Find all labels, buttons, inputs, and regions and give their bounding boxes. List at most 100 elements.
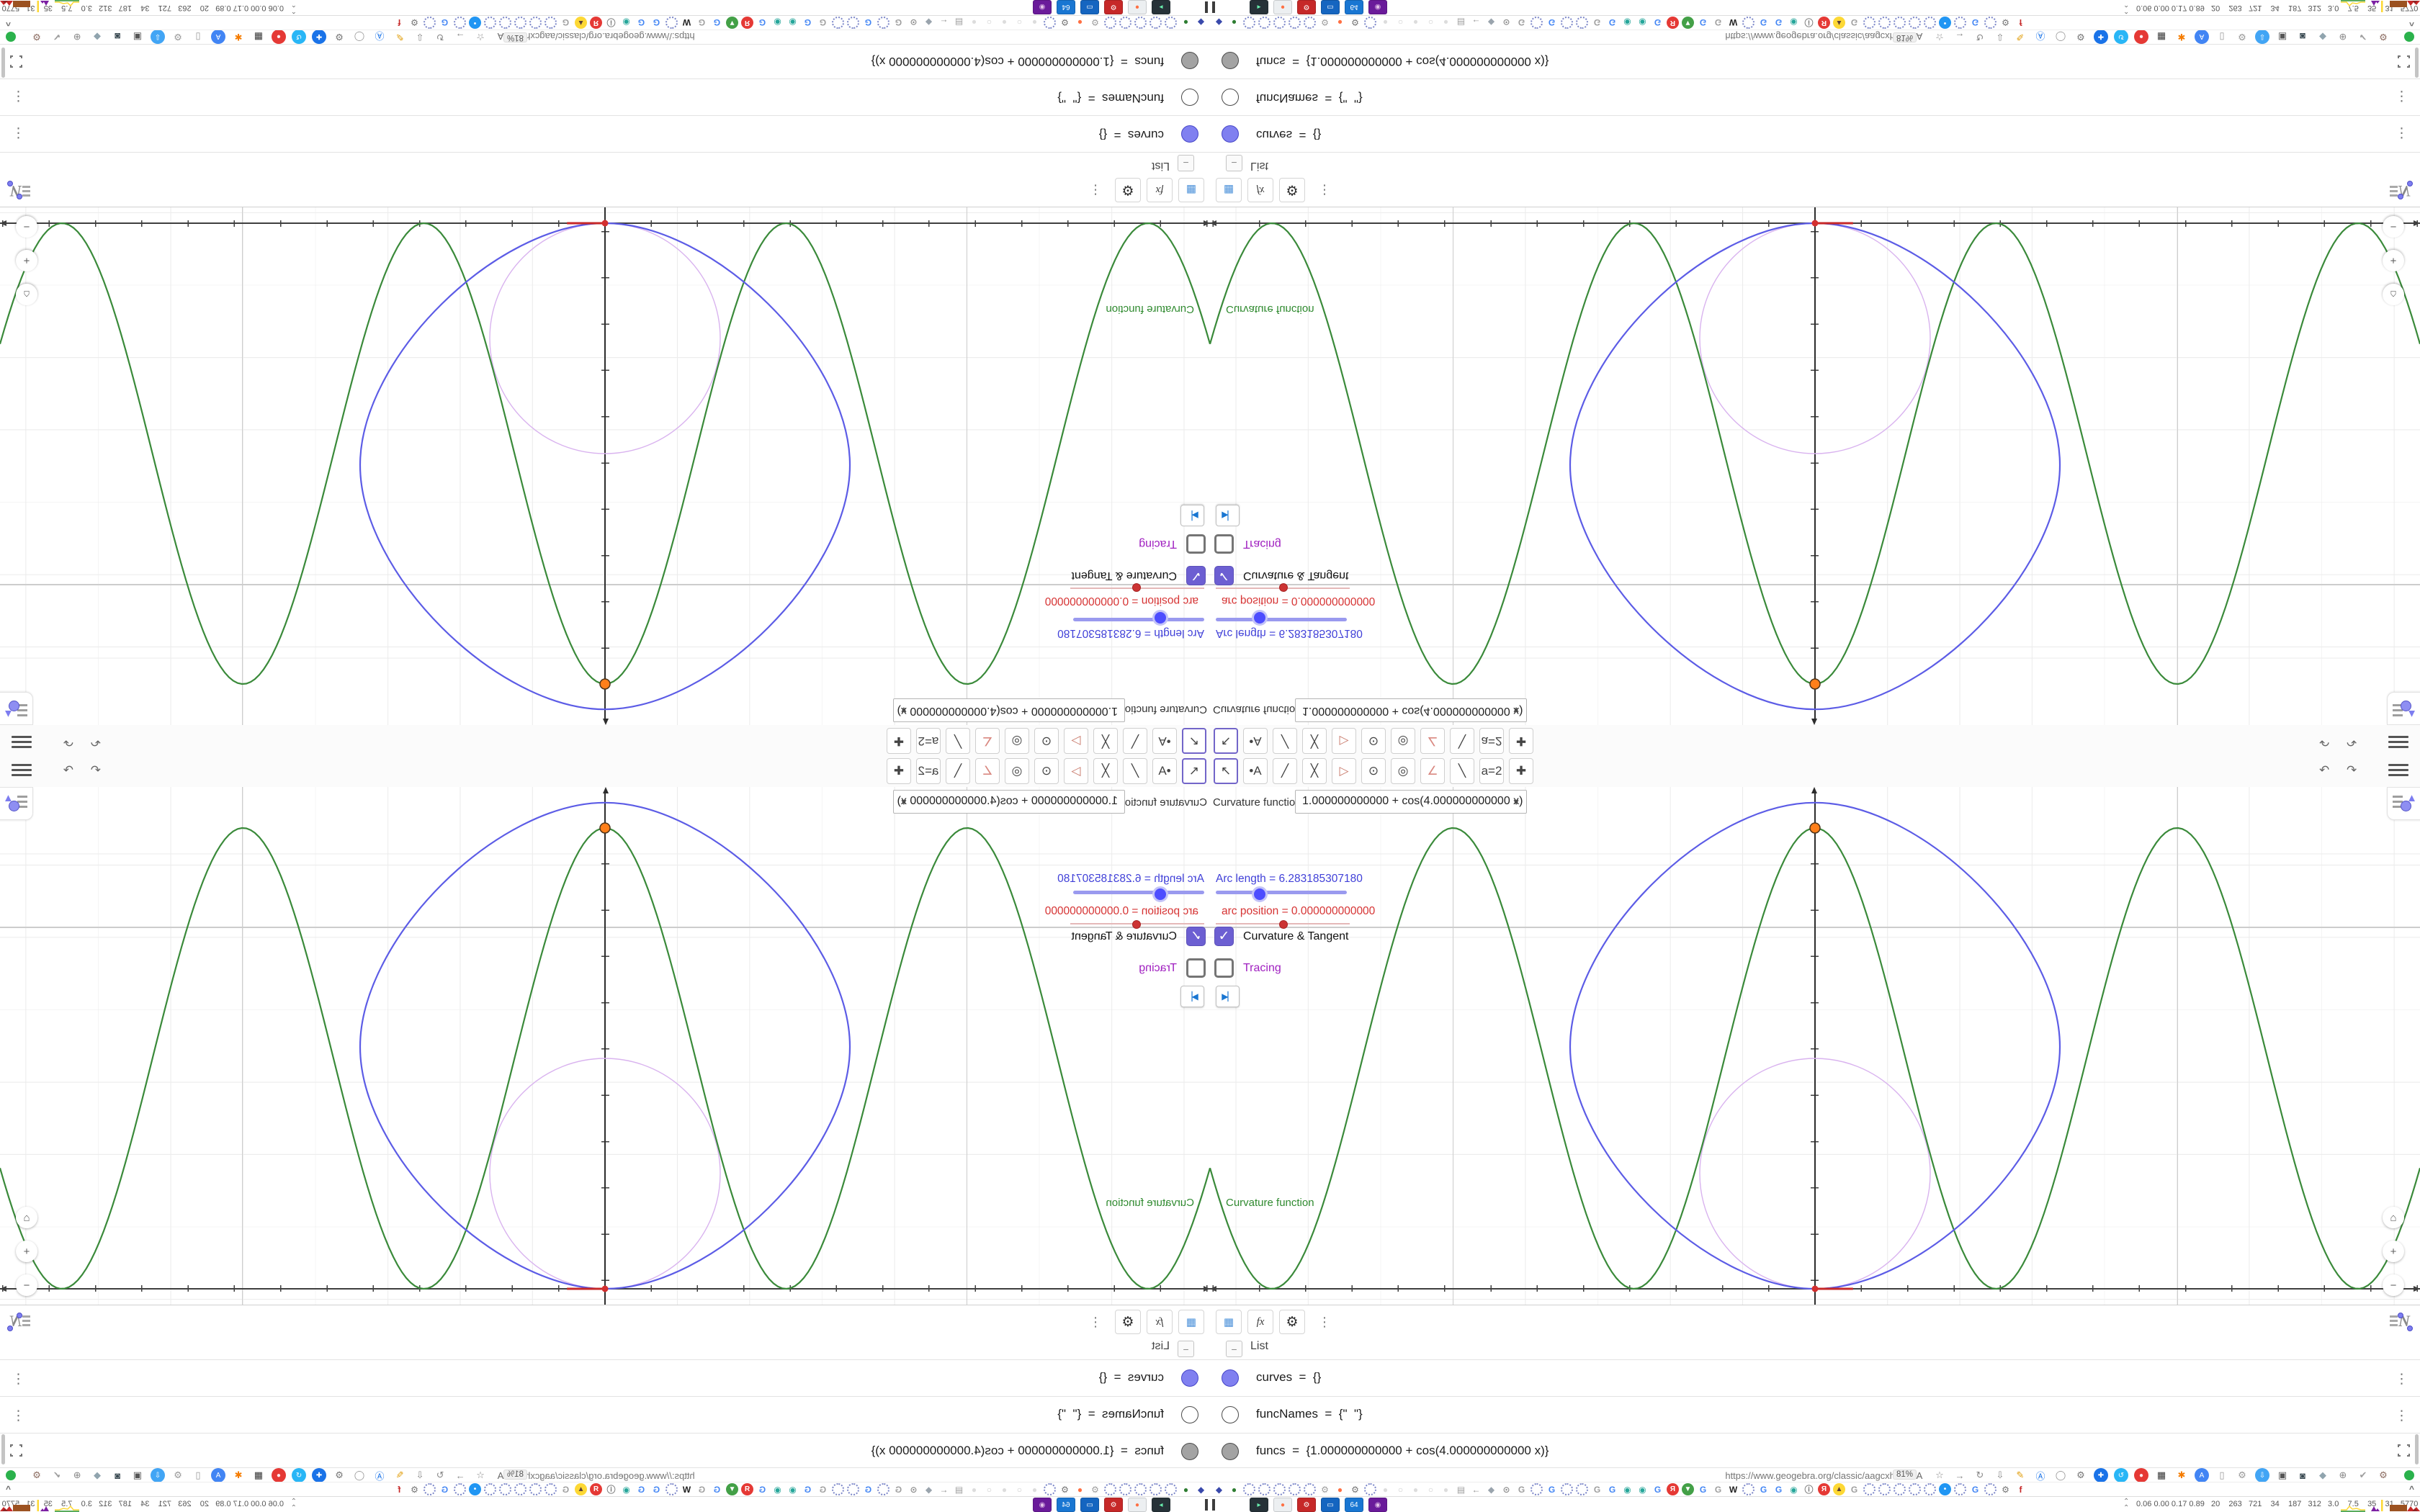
tab-favicon-back-arrow[interactable]: ←: [1470, 17, 1482, 29]
menu-icon[interactable]: [2388, 734, 2408, 748]
tab-favicon-google-gray[interactable]: G: [560, 17, 572, 29]
tab-favicon-geogebra-tab[interactable]: [424, 17, 436, 29]
redo-icon[interactable]: ↷: [2347, 763, 2357, 778]
tab-favicon-teal-dot[interactable]: ◉: [1636, 17, 1649, 29]
taskbar-app-bot[interactable]: ◉: [1033, 1498, 1052, 1512]
tree-view-button[interactable]: ▦: [1178, 178, 1204, 202]
tab-favicon-green-ball[interactable]: ●: [1228, 1483, 1240, 1495]
tool-button-circle[interactable]: ⊙: [1034, 728, 1059, 754]
tab-favicon-google[interactable]: G: [711, 1483, 723, 1495]
tool-button-circle[interactable]: ⊙: [1361, 758, 1386, 784]
tab-favicon-teal-dot[interactable]: ◉: [1621, 1483, 1634, 1495]
curvature-tangent-checkbox[interactable]: ✓: [1186, 566, 1206, 585]
fullscreen-icon[interactable]: [2398, 55, 2410, 68]
taskbar-app-firefox[interactable]: ●: [1128, 0, 1147, 14]
tool-button-line[interactable]: ╱: [1123, 728, 1147, 754]
algebra-row[interactable]: funcs = {1.000000000000 + cos(4.00000000…: [1210, 42, 2420, 79]
stylebar-menu-icon[interactable]: ⋮: [1089, 183, 1102, 198]
extension-icon-circle[interactable]: ◯: [352, 1468, 367, 1482]
play-button[interactable]: ▶▏: [1180, 505, 1204, 526]
tool-button-reflect[interactable]: ╲: [1450, 728, 1474, 754]
tab-favicon-google-gray[interactable]: G: [1591, 1483, 1603, 1495]
tab-favicon-v-green[interactable]: ▼: [1682, 17, 1694, 29]
taskbar-app-display[interactable]: ▭: [1080, 1498, 1099, 1512]
url-text[interactable]: https://www.geogebra.org/classic/aagcxh3…: [1725, 1470, 1904, 1481]
extension-icon-reload[interactable]: ↻: [433, 30, 447, 44]
tab-favicon-faded-tab[interactable]: ●: [1379, 17, 1392, 29]
tab-favicon-faded-tab[interactable]: ●: [1028, 1483, 1041, 1495]
tab-favicon-yandex[interactable]: Я: [1818, 1483, 1830, 1495]
algebra-row[interactable]: funcNames = {" "} ⋮: [1210, 1396, 2420, 1433]
tab-favicon-geogebra-tab[interactable]: [1044, 1483, 1056, 1495]
extension-icon-add-blue[interactable]: ✚: [312, 1468, 326, 1482]
tab-favicon-geogebra-tab[interactable]: [1984, 1483, 1996, 1495]
tool-button-point[interactable]: •A: [1243, 728, 1268, 754]
settings-gear-button[interactable]: ⚙: [1279, 178, 1305, 202]
extension-icon-uo-shield[interactable]: ◙: [2295, 30, 2310, 44]
algebra-row[interactable]: curves = {} ⋮: [0, 1359, 1210, 1396]
tab-favicon-yandex[interactable]: Я: [1818, 17, 1830, 29]
tab-favicon-google[interactable]: G: [1652, 17, 1664, 29]
tab-favicon-geogebra-tab[interactable]: [499, 17, 511, 29]
tab-favicon-geogebra-tab[interactable]: [666, 17, 678, 29]
graphics-view[interactable]: Curvature function 1.000000000000 + cos(…: [1210, 207, 2420, 725]
extension-icon-circle[interactable]: ◯: [2053, 1468, 2068, 1482]
chevron-down-icon[interactable]: ▼: [900, 705, 908, 715]
tab-favicon-google[interactable]: G: [1697, 1483, 1709, 1495]
extension-icon-shield-gray[interactable]: ◆: [90, 1468, 104, 1482]
zoom-in-button[interactable]: +: [16, 250, 37, 271]
arc-position-slider[interactable]: [1216, 920, 1350, 929]
extension-icon-wrench[interactable]: ⚙: [2376, 1468, 2390, 1482]
extension-icon-sync-blue[interactable]: ↺: [2114, 1468, 2128, 1482]
tab-favicon-geogebra-tab[interactable]: [847, 17, 859, 29]
tab-favicon-v-green[interactable]: ▼: [726, 17, 738, 29]
tab-favicon-geogebra-tab[interactable]: [1924, 17, 1936, 29]
tab-favicon-google[interactable]: G: [802, 1483, 814, 1495]
taskbar-app-settings-red[interactable]: ⚙: [1297, 1498, 1316, 1512]
tab-favicon-teal-dot[interactable]: ◉: [620, 1483, 632, 1495]
tab-favicon-yandex[interactable]: Я: [741, 1483, 753, 1495]
extension-icon-share-orange[interactable]: ✱: [2174, 30, 2189, 44]
tab-favicon-google[interactable]: G: [756, 1483, 768, 1495]
visibility-marble[interactable]: [1181, 1443, 1198, 1460]
extension-icon-rec-red[interactable]: ●: [2134, 30, 2148, 44]
taskbar-app-firefox[interactable]: ●: [1273, 0, 1292, 14]
arc-length-slider[interactable]: [1216, 610, 1347, 626]
tab-favicon-geogebra-tab[interactable]: [1258, 1483, 1270, 1495]
tab-favicon-geogebra-tab[interactable]: [529, 17, 542, 29]
tree-view-button[interactable]: ▦: [1216, 1310, 1242, 1334]
extension-icon-bookmark-star[interactable]: ☆: [1932, 30, 1947, 44]
tab-favicon-teal-dot[interactable]: ◉: [771, 1483, 784, 1495]
tab-favicon-google[interactable]: G: [650, 1483, 663, 1495]
tab-favicon-teal-dot[interactable]: ◉: [1636, 1483, 1649, 1495]
tab-favicon-google[interactable]: G: [1546, 17, 1558, 29]
tab-favicon-teal-dot[interactable]: ◉: [771, 17, 784, 29]
tool-button-ellipse[interactable]: ◎: [1391, 728, 1415, 754]
scrollbar-thumb[interactable]: [2415, 48, 2419, 78]
tab-favicon-geogebra-tab[interactable]: [1165, 1483, 1177, 1495]
tab-favicon-geogebra-tab[interactable]: [1134, 17, 1147, 29]
extension-icon-add-blue[interactable]: ✚: [312, 30, 326, 44]
tab-favicon-google[interactable]: G: [1757, 17, 1770, 29]
extension-icon-gear2[interactable]: ⚙: [171, 1468, 185, 1482]
graphics-stylebar-toggle[interactable]: ▲: [0, 787, 33, 820]
tab-favicon-yandex[interactable]: Я: [590, 17, 602, 29]
visibility-marble[interactable]: [1222, 52, 1239, 69]
tab-favicon-folder[interactable]: ▤: [1455, 17, 1467, 29]
tab-favicon-info[interactable]: ⓘ: [1803, 17, 1815, 29]
tool-button-point[interactable]: •A: [1152, 758, 1177, 784]
arc-length-slider[interactable]: [1073, 886, 1204, 902]
tab-favicon-geogebra-tab[interactable]: [666, 1483, 678, 1495]
tab-favicon-geogebra-tab[interactable]: [1878, 1483, 1891, 1495]
graphics-stylebar-toggle[interactable]: ▲: [0, 692, 33, 725]
tab-favicon-geogebra-tab[interactable]: [1304, 1483, 1316, 1495]
visibility-marble[interactable]: [1181, 89, 1198, 106]
tab-favicon-google-gray[interactable]: G: [1712, 17, 1724, 29]
tool-button-perpendicular-line[interactable]: ╳: [1302, 758, 1327, 784]
tab-favicon-geogebra-tab[interactable]: [1104, 17, 1116, 29]
extension-icon-rec-red[interactable]: ●: [272, 1468, 286, 1482]
tab-favicon-green-ball[interactable]: ●: [1228, 17, 1240, 29]
tab-favicon-geogebra-tab[interactable]: [1954, 1483, 1966, 1495]
tab-favicon-firefox[interactable]: ●: [1074, 17, 1086, 29]
tab-favicon-geogebra-tab[interactable]: [544, 17, 557, 29]
